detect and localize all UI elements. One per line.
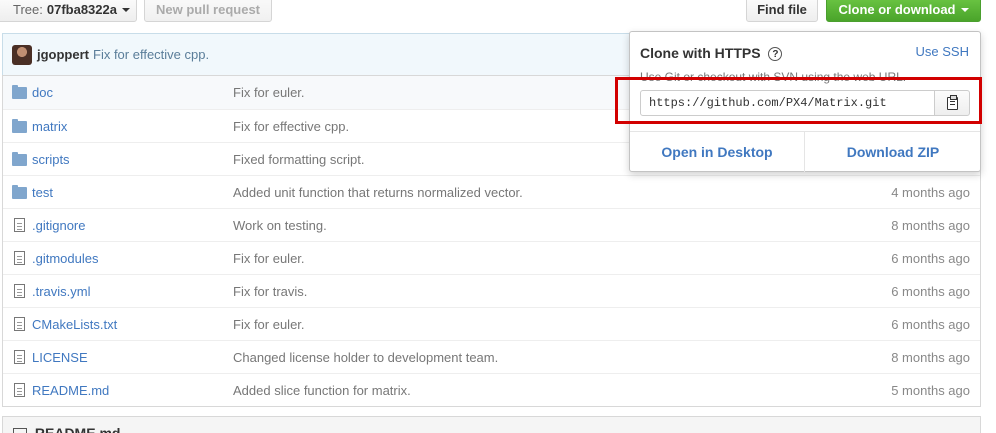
table-row: .gitignore Work on testing. 8 months ago (3, 208, 980, 241)
clone-url-input[interactable] (640, 90, 935, 116)
file-name-link[interactable]: doc (32, 85, 53, 100)
table-row: .travis.yml Fix for travis. 6 months ago (3, 274, 980, 307)
commit-message-link[interactable]: Added slice function for matrix. (233, 383, 411, 398)
folder-icon (12, 152, 28, 166)
commit-age: 6 months ago (891, 250, 970, 266)
commit-message-link[interactable]: Fix for travis. (233, 284, 307, 299)
table-row: README.md Added slice function for matri… (3, 373, 980, 406)
file-name-link[interactable]: matrix (32, 119, 67, 134)
clone-hint: Use Git or checkout with SVN using the w… (640, 70, 907, 84)
commit-message-link[interactable]: Fix for euler. (233, 251, 305, 266)
avatar[interactable] (12, 44, 32, 65)
clone-or-download-button[interactable]: Clone or download (826, 0, 981, 22)
copy-to-clipboard-button[interactable] (934, 90, 970, 116)
table-row: test Added unit function that returns no… (3, 175, 980, 208)
file-name-link[interactable]: LICENSE (32, 350, 88, 365)
commit-author[interactable]: jgoppert (37, 47, 89, 62)
table-row: .gitmodules Fix for euler. 6 months ago (3, 241, 980, 274)
folder-icon (12, 119, 28, 133)
file-name-link[interactable]: CMakeLists.txt (32, 317, 117, 332)
file-icon (12, 383, 28, 397)
commit-message[interactable]: Fix for effective cpp. (93, 47, 209, 62)
new-pull-request-button[interactable]: New pull request (144, 0, 272, 22)
file-icon (12, 284, 28, 298)
caret-down-icon (960, 8, 969, 12)
commit-message-link[interactable]: Work on testing. (233, 218, 327, 233)
help-icon[interactable]: ? (768, 47, 783, 62)
table-row: CMakeLists.txt Fix for euler. 6 months a… (3, 307, 980, 340)
file-name-link[interactable]: README.md (32, 383, 109, 398)
table-row: LICENSE Changed license holder to develo… (3, 340, 980, 373)
file-name-link[interactable]: .travis.yml (32, 284, 91, 299)
use-ssh-link[interactable]: Use SSH (916, 44, 969, 59)
branch-select-button[interactable]: Tree: 07fba8322a (0, 0, 137, 22)
file-name-link[interactable]: .gitignore (32, 218, 85, 233)
commit-age: 6 months ago (891, 283, 970, 299)
commit-age: 4 months ago (891, 184, 970, 200)
file-name-link[interactable]: test (32, 185, 53, 200)
readme-title: README.md (34, 425, 121, 433)
commit-age: 8 months ago (891, 217, 970, 233)
commit-age: 6 months ago (891, 316, 970, 332)
commit-message-link[interactable]: Fix for euler. (233, 85, 305, 100)
popover-title-text: Clone with HTTPS (640, 45, 761, 61)
clone-popover: Clone with HTTPS ? Use SSH Use Git or ch… (615, 31, 982, 172)
commit-age: 8 months ago (891, 349, 970, 365)
clipboard-icon (946, 94, 958, 110)
popover-title: Clone with HTTPS ? (640, 45, 783, 62)
file-icon (12, 251, 28, 265)
file-name-link[interactable]: .gitmodules (32, 251, 98, 266)
tree-label: Tree: (13, 1, 43, 17)
readme-header: README.md (2, 416, 981, 433)
book-icon (13, 428, 27, 433)
commit-message-link[interactable]: Fix for effective cpp. (233, 119, 349, 134)
commit-message-link[interactable]: Changed license holder to development te… (233, 350, 498, 365)
caret-down-icon (121, 8, 130, 12)
folder-icon (12, 85, 28, 99)
download-zip-button[interactable]: Download ZIP (805, 132, 981, 172)
find-file-button[interactable]: Find file (746, 0, 818, 22)
file-icon (12, 350, 28, 364)
file-icon (12, 218, 28, 232)
folder-icon (12, 185, 28, 199)
commit-message-link[interactable]: Fix for euler. (233, 317, 305, 332)
commit-age: 5 months ago (891, 382, 970, 398)
file-icon (12, 317, 28, 331)
commit-message-link[interactable]: Fixed formatting script. (233, 152, 365, 167)
clone-or-download-label: Clone or download (838, 1, 956, 17)
file-name-link[interactable]: scripts (32, 152, 70, 167)
commit-message-link[interactable]: Added unit function that returns normali… (233, 185, 523, 200)
open-in-desktop-button[interactable]: Open in Desktop (630, 132, 805, 172)
tree-value: 07fba8322a (46, 1, 117, 17)
